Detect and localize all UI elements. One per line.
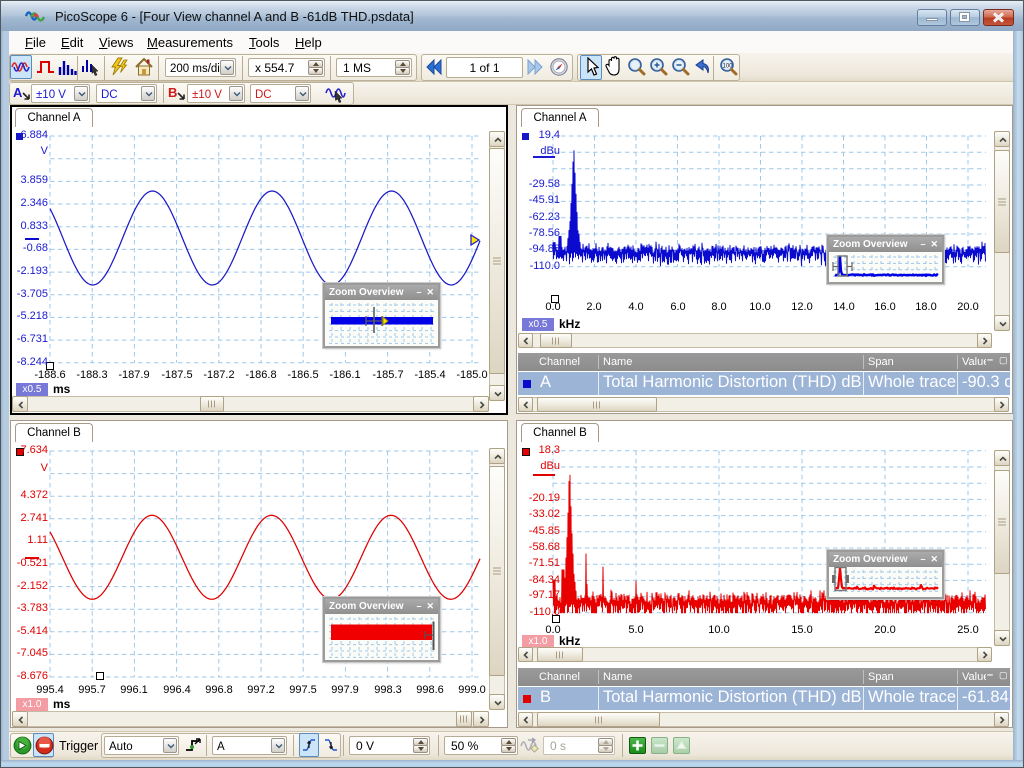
svg-text:100: 100 <box>723 64 734 70</box>
